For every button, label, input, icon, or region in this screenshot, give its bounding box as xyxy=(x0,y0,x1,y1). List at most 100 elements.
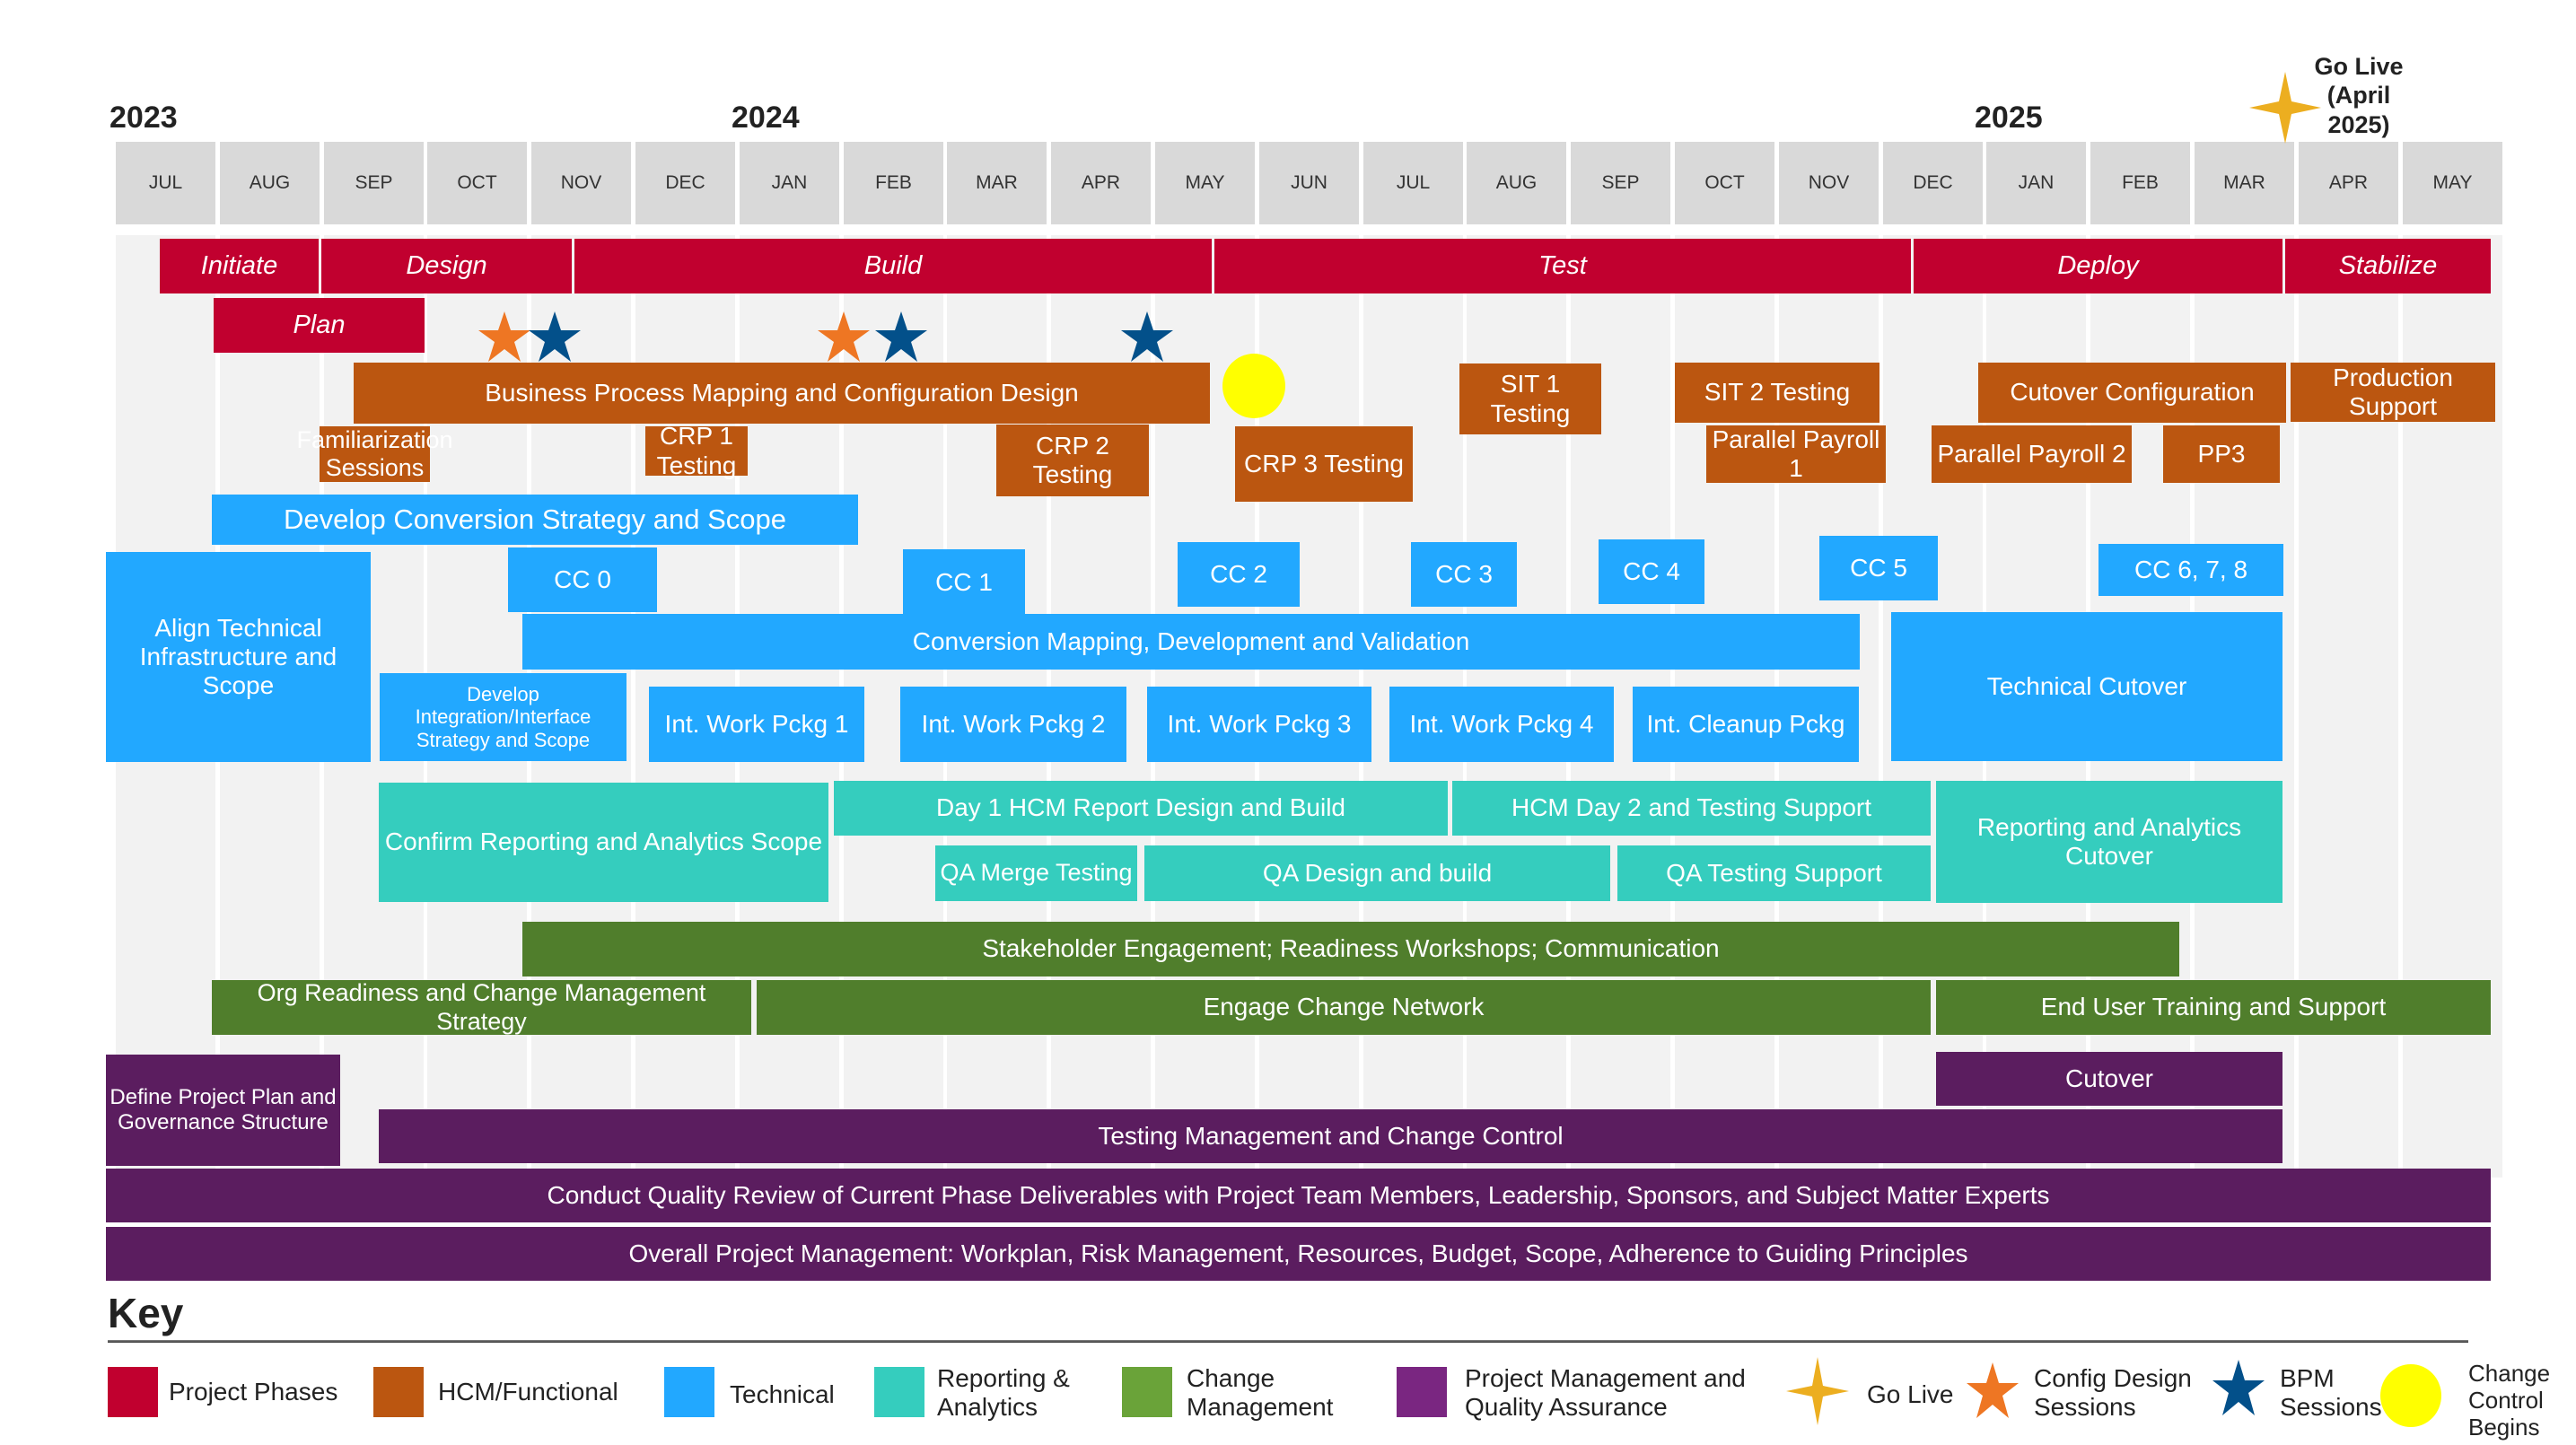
year-label-2025: 2025 xyxy=(1975,101,2043,135)
month-header: AUG xyxy=(220,142,320,224)
align-technical-infrastructure-bar: Align Technical Infrastructure and Scope xyxy=(106,552,371,762)
legend-label-reporting: Reporting & Analytics xyxy=(937,1364,1070,1422)
cc2-bar: CC 2 xyxy=(1178,542,1300,607)
month-header: DEC xyxy=(635,142,735,224)
go-live-star-icon xyxy=(2249,72,2321,144)
bpm-star-icon xyxy=(529,311,581,362)
int-cleanup-pckg-bar: Int. Cleanup Pckg xyxy=(1633,687,1859,762)
month-header: SEP xyxy=(324,142,424,224)
phase-deploy: Deploy xyxy=(1914,239,2282,293)
legend-swatch-pm xyxy=(1397,1367,1447,1417)
month-header: NOV xyxy=(1779,142,1879,224)
int-work-pckg-4-bar: Int. Work Pckg 4 xyxy=(1389,687,1614,762)
month-header: JUL xyxy=(1363,142,1463,224)
month-header: JAN xyxy=(1986,142,2086,224)
bpm-star-icon xyxy=(1121,311,1173,362)
quality-review-bar: Conduct Quality Review of Current Phase … xyxy=(106,1169,2491,1222)
production-support-bar: Production Support xyxy=(2291,363,2495,422)
overall-project-management-bar: Overall Project Management: Workplan, Ri… xyxy=(106,1227,2491,1281)
go-live-label: Go Live (April 2025) xyxy=(2314,53,2404,138)
bpm-star-icon xyxy=(875,311,927,362)
cc3-bar: CC 3 xyxy=(1411,542,1517,607)
cc0-bar: CC 0 xyxy=(508,547,657,612)
month-header: JUN xyxy=(1259,142,1359,224)
hcm-day2-testing-support-bar: HCM Day 2 and Testing Support xyxy=(1452,781,1931,836)
legend-label-bpm: BPM Sessions xyxy=(2280,1364,2382,1422)
stakeholder-engagement-bar: Stakeholder Engagement; Readiness Worksh… xyxy=(522,922,2179,976)
define-project-plan-bar: Define Project Plan and Governance Struc… xyxy=(106,1055,340,1166)
legend-label-go-live: Go Live xyxy=(1867,1380,1954,1408)
day1-hcm-report-bar: Day 1 HCM Report Design and Build xyxy=(834,781,1448,836)
int-work-pckg-3-bar: Int. Work Pckg 3 xyxy=(1147,687,1371,762)
config-design-star-icon xyxy=(818,311,870,362)
legend-label-technical: Technical xyxy=(730,1380,835,1408)
familiarization-sessions-bar: Familiarization Sessions xyxy=(296,425,453,482)
key-divider xyxy=(108,1340,2468,1343)
org-readiness-strategy-bar: Org Readiness and Change Management Stra… xyxy=(212,979,751,1035)
int-work-pckg-2-bar: Int. Work Pckg 2 xyxy=(900,687,1126,762)
engage-change-network-bar: Engage Change Network xyxy=(757,980,1931,1035)
legend-swatch-change xyxy=(1122,1367,1172,1417)
phase-build: Build xyxy=(574,239,1212,293)
year-label-2023: 2023 xyxy=(110,101,178,135)
bpm-config-design-bar: Business Process Mapping and Configurati… xyxy=(354,363,1210,424)
month-header: SEP xyxy=(1571,142,1670,224)
legend-label-project-phases: Project Phases xyxy=(169,1378,338,1406)
month-header: NOV xyxy=(531,142,631,224)
phase-initiate: Initiate xyxy=(160,239,319,293)
config-design-star-icon xyxy=(478,311,530,362)
qa-design-build-bar: QA Design and build xyxy=(1144,845,1610,901)
crp3-testing-bar: CRP 3 Testing xyxy=(1235,426,1413,502)
key-title: Key xyxy=(108,1290,184,1336)
legend-label-hcm: HCM/Functional xyxy=(438,1378,618,1406)
phase-design: Design xyxy=(321,239,572,293)
qa-merge-testing-bar: QA Merge Testing xyxy=(935,845,1137,901)
legend-swatch-technical xyxy=(664,1367,714,1417)
cc5-bar: CC 5 xyxy=(1819,536,1938,600)
technical-cutover-bar: Technical Cutover xyxy=(1891,612,2282,761)
month-header: JAN xyxy=(740,142,839,224)
month-header: OCT xyxy=(427,142,527,224)
legend-swatch-project-phases xyxy=(108,1367,158,1417)
phase-stabilize: Stabilize xyxy=(2285,239,2491,293)
change-control-circle-icon xyxy=(1222,354,1285,418)
cc1-bar: CC 1 xyxy=(903,549,1025,616)
parallel-payroll-1-bar: Parallel Payroll 1 xyxy=(1706,425,1886,483)
cc4-bar: CC 4 xyxy=(1599,539,1704,604)
legend-label-change: Change Management xyxy=(1187,1364,1334,1422)
month-header: JUL xyxy=(116,142,215,224)
pm-cutover-bar: Cutover xyxy=(1936,1052,2282,1106)
legend-config-design-icon xyxy=(1967,1362,2019,1418)
month-header: MAY xyxy=(2403,142,2502,224)
month-header: OCT xyxy=(1675,142,1774,224)
month-header: FEB xyxy=(2090,142,2190,224)
legend-change-control-icon xyxy=(2380,1364,2441,1427)
month-header: DEC xyxy=(1883,142,1983,224)
phase-plan: Plan xyxy=(214,298,425,353)
month-header: MAR xyxy=(947,142,1047,224)
month-header: AUG xyxy=(1467,142,1566,224)
month-header: APR xyxy=(2299,142,2398,224)
pp3-bar: PP3 xyxy=(2163,425,2280,483)
sit1-testing-bar: SIT 1 Testing xyxy=(1459,363,1601,434)
testing-management-bar: Testing Management and Change Control xyxy=(379,1109,2282,1163)
sit2-testing-bar: SIT 2 Testing xyxy=(1675,363,1879,423)
legend-bpm-icon xyxy=(2212,1360,2265,1415)
conversion-strategy-bar: Develop Conversion Strategy and Scope xyxy=(212,495,858,545)
legend-label-config-design: Config Design Sessions xyxy=(2034,1364,2192,1422)
qa-testing-support-bar: QA Testing Support xyxy=(1617,845,1931,901)
legend-label-pm: Project Management and Quality Assurance xyxy=(1465,1364,1746,1422)
crp2-testing-bar: CRP 2 Testing xyxy=(996,425,1149,496)
cc6-7-8-bar: CC 6, 7, 8 xyxy=(2098,544,2283,596)
cutover-configuration-bar: Cutover Configuration xyxy=(1978,363,2286,423)
month-header: MAY xyxy=(1155,142,1255,224)
legend-label-change-control: Change Control Begins xyxy=(2468,1360,2551,1441)
month-header: FEB xyxy=(844,142,943,224)
legend-swatch-hcm xyxy=(373,1367,424,1417)
crp1-testing-bar: CRP 1 Testing xyxy=(645,422,748,479)
month-header: APR xyxy=(1051,142,1151,224)
end-user-training-bar: End User Training and Support xyxy=(1936,980,2491,1035)
integration-strategy-bar: Develop Integration/Interface Strategy a… xyxy=(380,673,626,761)
parallel-payroll-2-bar: Parallel Payroll 2 xyxy=(1932,425,2132,483)
year-label-2024: 2024 xyxy=(732,101,800,135)
